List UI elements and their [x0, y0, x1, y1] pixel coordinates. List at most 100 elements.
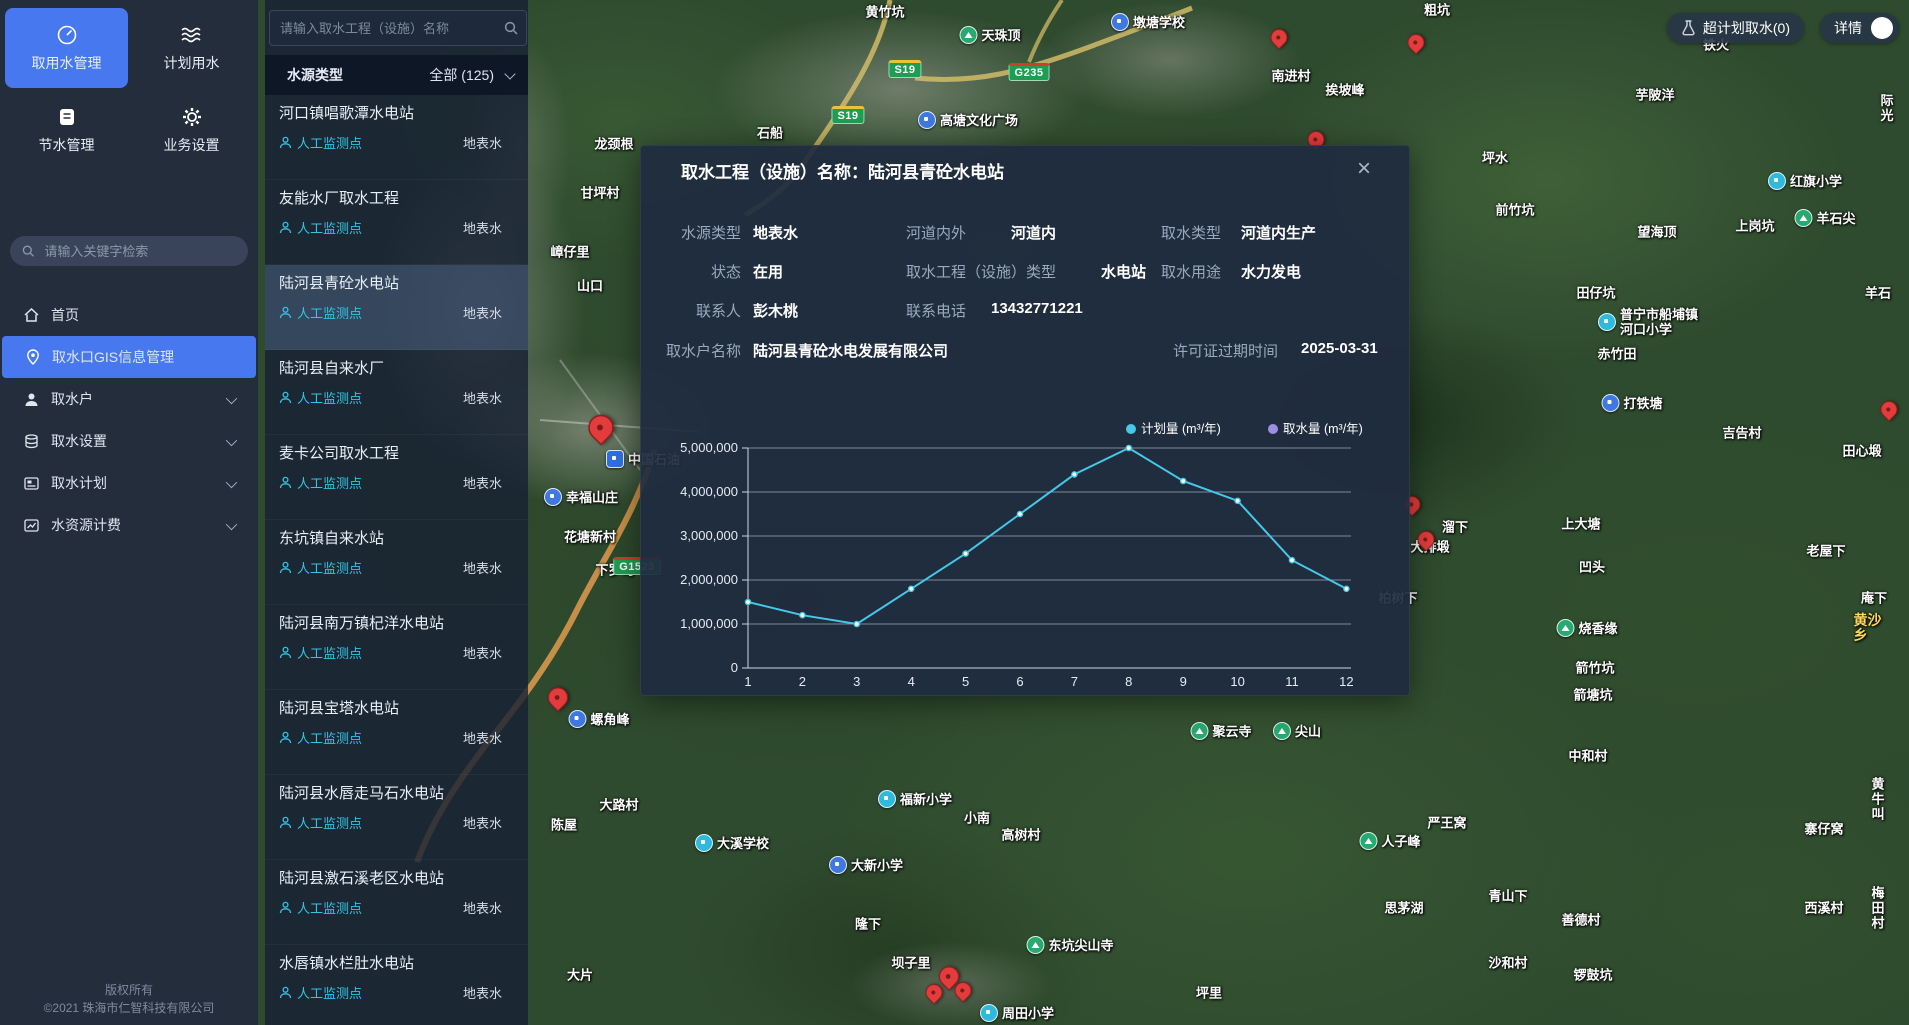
field-label: 取水用途 — [1161, 261, 1221, 282]
svg-text:5: 5 — [962, 674, 969, 689]
facility-list-item[interactable]: 水唇镇水栏肚水电站 人工监测点 地表水 — [265, 945, 528, 1025]
sidebar-item-intake-settings[interactable]: 取水设置 — [0, 420, 258, 462]
map-label-text: 黄牛叫 — [1872, 777, 1897, 822]
map-label-text: 寨仔窝 — [1804, 822, 1843, 837]
person-icon — [279, 136, 292, 149]
map-label-text: 望海顶 — [1637, 225, 1676, 240]
module-planned-water[interactable]: 计划用水 — [130, 8, 253, 88]
svg-text:11: 11 — [1285, 674, 1299, 689]
road-badge: G235 — [1009, 63, 1050, 81]
close-icon[interactable]: × — [1357, 158, 1371, 180]
detail-toggle[interactable]: 详情 — [1820, 13, 1899, 43]
poi-school-icon — [980, 1004, 998, 1022]
search-icon — [22, 244, 34, 258]
map-label: 幸福山庄 — [544, 488, 618, 506]
field-value: 陆河县青砼水电发展有限公司 — [753, 340, 948, 361]
filter-label: 水源类型 — [287, 65, 343, 85]
facility-list-item[interactable]: 陆河县自来水厂 人工监测点 地表水 — [265, 350, 528, 435]
source-type-filter[interactable]: 水源类型 全部 (125) — [265, 55, 528, 95]
map-label: 烧香缘 — [1556, 619, 1617, 637]
map-label: 粗坑 — [1424, 3, 1450, 18]
sidebar-item-intake-plan[interactable]: 取水计划 — [0, 462, 258, 504]
map-label: 花塘新村 — [564, 530, 616, 545]
field-label: 取水工程（设施）类型 — [906, 261, 1056, 282]
water-source-type: 地表水 — [463, 643, 502, 662]
person-icon — [279, 731, 292, 744]
map-label: 天珠顶 — [959, 26, 1020, 44]
field-label: 联系人 — [696, 300, 741, 321]
copyright-line1: 版权所有 — [0, 981, 258, 999]
facility-list-item[interactable]: 东坑镇自来水站 人工监测点 地表水 — [265, 520, 528, 605]
sidebar-search-input[interactable] — [42, 243, 236, 260]
toggle-knob[interactable] — [1871, 17, 1893, 39]
map-label: 红旗小学 — [1768, 172, 1842, 190]
filter-value: 全部 (125) — [429, 65, 494, 85]
home-icon — [24, 308, 39, 322]
sidebar-item-home[interactable]: 首页 — [0, 294, 258, 336]
flask-icon — [1681, 20, 1696, 37]
sidebar-item-label: 取水口GIS信息管理 — [52, 347, 174, 367]
map-label-text: 打铁塘 — [1623, 396, 1662, 411]
sidebar-item-water-users[interactable]: 取水户 — [0, 378, 258, 420]
map-label-text: 南进村 — [1271, 69, 1310, 84]
monitor-type: 人工监测点 — [279, 558, 362, 577]
map-label-text: 烧香缘 — [1578, 621, 1617, 636]
map-label-text: 红旗小学 — [1790, 174, 1842, 189]
map-label: 凹头 — [1579, 560, 1605, 575]
monitor-type: 人工监测点 — [279, 898, 362, 917]
facility-list-item[interactable]: 陆河县激石溪老区水电站 人工监测点 地表水 — [265, 860, 528, 945]
module-water-intake[interactable]: 取用水管理 — [5, 8, 128, 88]
map-label: 龙颈根 — [594, 137, 633, 152]
svg-text:计划量 (m³/年): 计划量 (m³/年) — [1141, 422, 1221, 436]
map-label: 芋陂洋 — [1635, 88, 1674, 103]
facility-list-item[interactable]: 陆河县青砼水电站 人工监测点 地表水 — [265, 265, 528, 350]
facility-list-item[interactable]: 友能水厂取水工程 人工监测点 地表水 — [265, 180, 528, 265]
map-label: 福新小学 — [878, 790, 952, 808]
poi-peak-icon — [1794, 209, 1812, 227]
sidebar-item-gis-management[interactable]: 取水口GIS信息管理 — [2, 336, 256, 378]
facility-search-input[interactable] — [278, 20, 504, 37]
svg-text:5,000,000: 5,000,000 — [680, 440, 738, 455]
water-source-type: 地表水 — [463, 558, 502, 577]
water-source-type: 地表水 — [463, 388, 502, 407]
sidebar-search[interactable] — [10, 236, 248, 266]
map-label: 高树村 — [1001, 828, 1040, 843]
person-icon — [279, 986, 292, 999]
map-label: 黄牛叫 — [1872, 777, 1897, 822]
person-icon — [279, 901, 292, 914]
facility-search[interactable] — [269, 10, 527, 46]
copyright-footer: 版权所有 ©2021 珠海市仁智科技有限公司 — [0, 981, 258, 1017]
monitor-type: 人工监测点 — [279, 643, 362, 662]
poi-school-icon — [1768, 172, 1786, 190]
poi-school-icon — [829, 856, 847, 874]
svg-text:4: 4 — [908, 674, 915, 689]
field-value: 地表水 — [753, 222, 798, 243]
over-plan-button[interactable]: 超计划取水(0) — [1667, 13, 1804, 43]
map-label-text: 田心塅 — [1842, 444, 1881, 459]
module-business-settings[interactable]: 业务设置 — [130, 90, 253, 170]
map-label: 小南 — [964, 811, 990, 826]
map-label: 善德村 — [1561, 913, 1600, 928]
module-label: 计划用水 — [164, 53, 220, 73]
modal-title: 取水工程（设施）名称：陆河县青砼水电站 — [681, 158, 1004, 183]
map-label-text: 天珠顶 — [981, 28, 1020, 43]
map-label: 赤竹田 — [1597, 347, 1636, 362]
person-icon — [279, 306, 292, 319]
module-water-saving[interactable]: 节水管理 — [5, 90, 128, 170]
facility-list-item[interactable]: 河口镇唱歌潭水电站 人工监测点 地表水 — [265, 95, 528, 180]
plan-icon — [24, 477, 39, 490]
module-label: 节水管理 — [39, 135, 95, 155]
facility-list-item[interactable]: 麦卡公司取水工程 人工监测点 地表水 — [265, 435, 528, 520]
map-label-text: 聚云寺 — [1212, 724, 1251, 739]
map-label: 普宁市船埔镇 河口小学 — [1598, 307, 1698, 337]
map-label: 尖山 — [1273, 722, 1321, 740]
facility-list-item[interactable]: 陆河县南万镇杞洋水电站 人工监测点 地表水 — [265, 605, 528, 690]
sidebar-item-billing[interactable]: 水资源计费 — [0, 504, 258, 546]
facility-list-item[interactable]: 陆河县宝塔水电站 人工监测点 地表水 — [265, 690, 528, 775]
facility-list-item[interactable]: 陆河县水唇走马石水电站 人工监测点 地表水 — [265, 775, 528, 860]
map-label: 梅田村 — [1872, 886, 1897, 931]
map-label-text: 大新小学 — [851, 858, 903, 873]
svg-text:1: 1 — [744, 674, 751, 689]
chevron-down-icon — [226, 435, 237, 446]
svg-text:3,000,000: 3,000,000 — [680, 528, 738, 543]
